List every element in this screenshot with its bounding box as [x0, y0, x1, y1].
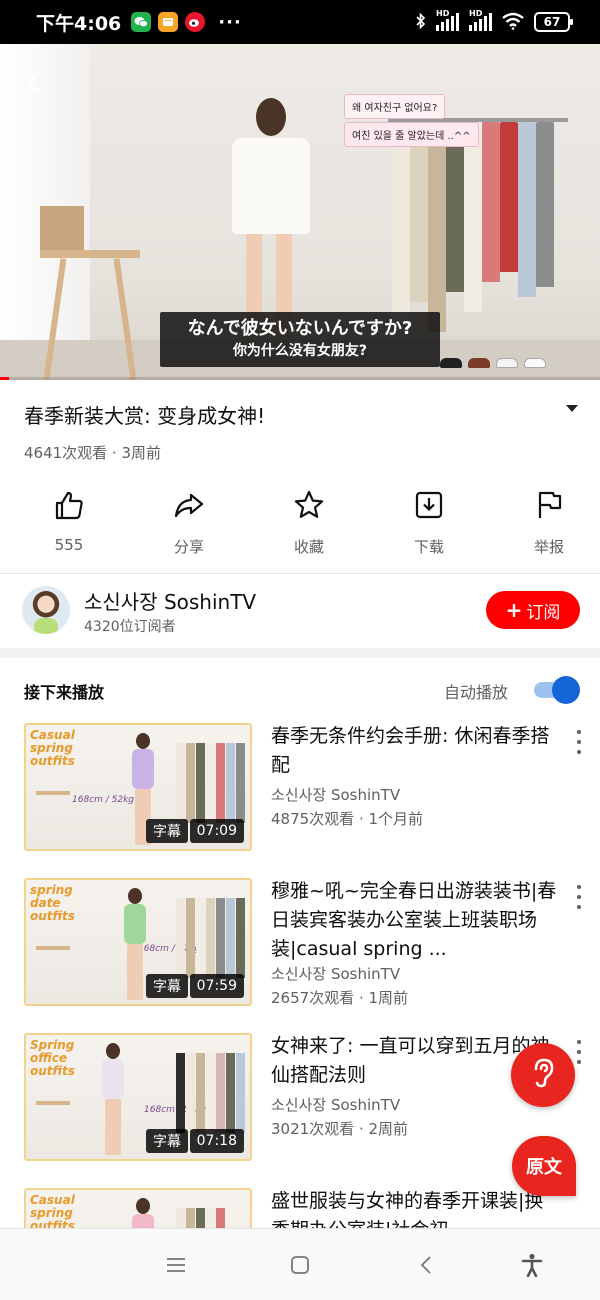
subtitle-japanese: なんで彼女いないんですか?: [187, 318, 413, 339]
video-progress-fill: [0, 377, 9, 380]
signal-icon-1: HD: [436, 9, 459, 31]
video-title[interactable]: 春季新装大赏: 变身成女神!: [24, 402, 544, 430]
duration-badge: 07:59: [189, 974, 244, 998]
video-thumbnail[interactable]: Casual spring outfits 168cm / 52kg 字幕 07…: [24, 723, 252, 851]
divider: [0, 573, 600, 574]
video-player[interactable]: 왜 여자친구 없어요? 여친 있을 줄 알았는데 ..^^ なんで彼女いないんで…: [0, 44, 600, 380]
autoplay-toggle[interactable]: [534, 676, 580, 704]
video-overlay-caption-2: 여친 있을 줄 알았는데 ..^^: [344, 122, 479, 147]
menu-icon[interactable]: [162, 1251, 190, 1279]
up-next-heading: 接下来播放: [24, 683, 105, 702]
accessibility-icon[interactable]: [518, 1251, 546, 1279]
share-icon: [172, 488, 206, 526]
autoplay-label: 自动播放: [443, 683, 508, 702]
thumbnail-caption: Casual spring outfits: [30, 728, 75, 768]
wechat-icon: [131, 12, 152, 32]
video-actions-row: 555 分享 收藏 下载 举报: [0, 480, 600, 570]
channel-row[interactable]: 소신사장 SoshinTV 4320位订阅者 + 订阅: [0, 576, 600, 646]
flag-icon: [532, 488, 566, 526]
video-thumbnail[interactable]: Casual spring outfits: [24, 1188, 252, 1228]
back-icon[interactable]: [412, 1251, 440, 1279]
status-time: 下午4:06: [36, 12, 122, 35]
share-button[interactable]: 分享: [138, 480, 240, 570]
list-item-meta: 2657次观看 · 1周前: [271, 989, 409, 1007]
list-item-channel: 소신사장 SoshinTV: [271, 965, 401, 983]
plus-icon: +: [505, 598, 523, 622]
subscribe-label: 订阅: [526, 602, 561, 623]
subtitle-badge: 字幕: [146, 819, 188, 843]
video-presenter: [228, 98, 314, 338]
list-item-meta: 3021次观看 · 2周前: [271, 1120, 409, 1138]
bluetooth-icon: [416, 12, 426, 33]
list-item-channel: 소신사장 SoshinTV: [271, 786, 401, 804]
more-options-icon[interactable]: [574, 885, 584, 909]
download-button[interactable]: 下载: [378, 480, 480, 570]
list-item-meta: 4875次观看 · 1个月前: [271, 810, 424, 828]
subtitle-badge: 字幕: [146, 974, 188, 998]
like-count: 555: [54, 536, 84, 554]
report-button[interactable]: 举报: [498, 480, 600, 570]
list-item-channel: 소신사장 SoshinTV: [271, 1096, 401, 1114]
thumbnail-caption: Casual spring outfits: [30, 1193, 75, 1229]
more-options-icon[interactable]: [574, 730, 584, 754]
like-button[interactable]: 555: [18, 480, 120, 570]
list-item[interactable]: spring date outfits 168cm / 52kg 字幕 07:5…: [0, 875, 600, 1015]
weibo-icon: [185, 12, 206, 32]
save-button[interactable]: 收藏: [258, 480, 360, 570]
battery-indicator: 67: [534, 12, 573, 32]
system-navigation-bar: [0, 1228, 600, 1300]
video-thumbnail[interactable]: Spring office outfits 168cm / 52kg 字幕 07…: [24, 1033, 252, 1161]
star-icon: [292, 488, 326, 526]
video-overlay-caption-1: 왜 여자친구 없어요?: [344, 94, 446, 119]
duration-badge: 07:09: [189, 819, 244, 843]
video-meta: 4641次观看 · 3周前: [24, 444, 162, 462]
download-label: 下载: [413, 538, 444, 556]
view-original-button[interactable]: 原文: [512, 1136, 576, 1196]
wifi-icon: [502, 12, 524, 33]
subtitle-badge: 字幕: [146, 1129, 188, 1153]
expand-description-icon[interactable]: [566, 405, 578, 412]
video-thumbnail[interactable]: spring date outfits 168cm / 52kg 字幕 07:5…: [24, 878, 252, 1006]
thumbnail-caption: spring date outfits: [30, 883, 75, 923]
list-item[interactable]: Casual spring outfits 168cm / 52kg 字幕 07…: [0, 720, 600, 860]
thumbnail-size-note: 168cm / 52kg: [72, 795, 135, 805]
subscribe-button[interactable]: + 订阅: [486, 591, 580, 629]
note-icon: [158, 12, 179, 32]
list-item[interactable]: Spring office outfits 168cm / 52kg 字幕 07…: [0, 1030, 600, 1170]
hd-label-2: HD: [469, 9, 483, 18]
duration-badge: 07:18: [189, 1129, 244, 1153]
ear-icon: [528, 1056, 558, 1094]
video-side-table: [40, 206, 140, 380]
listen-button[interactable]: [511, 1043, 575, 1107]
list-item[interactable]: Casual spring outfits 盛世服装与女神的春季开课装|换季期办…: [0, 1185, 600, 1228]
video-progress-bar[interactable]: [0, 377, 600, 380]
list-item-title[interactable]: 穆雅~吼~完全春日出游装装书|春日装宾客装办公室装上班装职场装|casual s…: [271, 877, 561, 964]
status-bar: 下午4:06 ··· HD HD 67: [0, 0, 600, 44]
subscriber-count: 4320位订阅者: [84, 619, 176, 635]
hd-label-1: HD: [436, 9, 450, 18]
thumbnail-caption: Spring office outfits: [30, 1038, 75, 1078]
channel-name[interactable]: 소신사장 SoshinTV: [84, 586, 256, 615]
video-subtitles: なんで彼女いないんですか? 你为什么没有女朋友?: [160, 312, 440, 367]
list-item-title[interactable]: 春季无条件约会手册: 休闲春季搭配: [271, 722, 561, 780]
channel-avatar[interactable]: [22, 586, 70, 634]
subtitle-chinese: 你为什么没有女朋友?: [232, 343, 368, 359]
share-label: 分享: [173, 538, 204, 556]
report-label: 举报: [533, 538, 564, 556]
list-item-title[interactable]: 盛世服装与女神的春季开课装|换季期办公室装|社会初: [271, 1187, 561, 1228]
signal-icon-2: HD: [469, 9, 492, 31]
more-notifications-icon: ···: [218, 11, 242, 33]
more-options-icon[interactable]: [574, 1040, 584, 1064]
section-separator: [0, 648, 600, 658]
home-icon[interactable]: [286, 1251, 314, 1279]
download-icon: [412, 488, 446, 526]
save-label: 收藏: [293, 538, 324, 556]
thumbs-up-icon: [52, 488, 86, 526]
